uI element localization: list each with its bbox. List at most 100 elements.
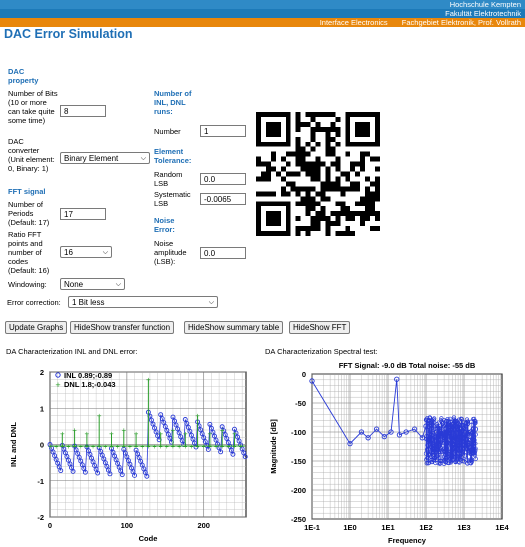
qr-module [355, 141, 361, 147]
qr-module [256, 176, 261, 182]
header-link-department[interactable]: Fachgebiet Elektronik, Prof. Vollrath [402, 18, 521, 27]
qr-module [265, 191, 271, 197]
dnl-point: + [54, 444, 58, 451]
qr-module [295, 146, 301, 152]
bits-label: Number of Bits (10 or more can take quit… [8, 89, 58, 125]
qr-module [320, 161, 326, 167]
qr-module [370, 226, 376, 232]
qr-module [290, 186, 296, 192]
x-tick-label: 1E1 [381, 523, 394, 532]
qr-module [345, 112, 351, 117]
qr-module [295, 161, 301, 167]
qr-module [260, 231, 266, 236]
chevron-down-icon: ⌵ [140, 155, 146, 162]
error-correction-select-value: 1 Bit less [72, 298, 105, 307]
qr-module [285, 126, 291, 132]
qr-module [315, 121, 321, 127]
periods-label: Number of Periods (Default: 17) [8, 200, 50, 227]
qr-module [285, 226, 291, 232]
qr-module [256, 121, 261, 127]
qr-module [310, 201, 316, 207]
qr-module [300, 156, 306, 162]
qr-module [265, 126, 271, 132]
header-link-interface-electronics[interactable]: Interface Electronics [320, 18, 388, 27]
dnl-point: + [122, 444, 126, 451]
qr-module [295, 151, 301, 157]
qr-module [365, 112, 371, 117]
qr-module [325, 166, 331, 172]
ratio-label: Ratio FFT points and number of codes (De… [8, 230, 50, 275]
qr-module [305, 201, 311, 207]
page-title: DAC Error Simulation [4, 27, 133, 41]
qr-module [270, 191, 276, 197]
qr-module [275, 141, 281, 147]
qr-module [295, 121, 301, 127]
qr-module [375, 191, 380, 197]
qr-module [256, 116, 261, 122]
qr-module [325, 216, 331, 222]
y-tick-label: -2 [37, 513, 44, 522]
qr-module [335, 216, 341, 222]
qr-module [350, 112, 356, 117]
qr-module [375, 216, 380, 222]
qr-module [330, 126, 336, 132]
qr-module [355, 211, 361, 217]
y-tick-label: -1 [37, 477, 44, 486]
qr-module [315, 191, 321, 197]
qr-module [256, 206, 261, 212]
qr-module [350, 211, 356, 217]
systematic-lsb-input[interactable]: -0.0065 [200, 193, 246, 205]
random-lsb-label: Random LSB [154, 170, 183, 188]
toggle-summary-table-button[interactable]: HideShow summary table [184, 321, 284, 334]
dnl-point: + [195, 412, 200, 421]
qr-module [315, 216, 321, 222]
qr-module [285, 211, 291, 217]
header-bar-department: Interface Electronics Fachgebiet Elektro… [0, 18, 525, 27]
qr-module [256, 221, 261, 227]
runs-number-input[interactable]: 1 [200, 125, 246, 137]
ratio-select[interactable]: 16 ⌵ [60, 246, 112, 258]
qr-module [295, 201, 301, 207]
qr-module [260, 161, 266, 167]
qr-module [305, 206, 311, 212]
qr-module [265, 176, 271, 182]
runs-number-label: Number [154, 127, 181, 136]
qr-module [325, 221, 331, 227]
dnl-point: + [116, 444, 120, 451]
qr-module [355, 186, 361, 192]
qr-module [325, 196, 331, 202]
error-correction-select[interactable]: 1 Bit less ⌵ [68, 296, 218, 308]
dnl-point: + [208, 444, 212, 451]
qr-module [360, 131, 366, 137]
qr-module [280, 141, 286, 147]
random-lsb-input[interactable]: 0.0 [200, 173, 246, 185]
qr-module [330, 146, 336, 152]
periods-input[interactable]: 17 [60, 208, 106, 220]
qr-module [270, 121, 276, 127]
qr-code [256, 112, 380, 236]
qr-module [340, 201, 346, 207]
qr-module [265, 211, 271, 217]
qr-module [350, 216, 356, 222]
noise-amplitude-input[interactable]: 0.0 [200, 247, 246, 259]
dac-property-heading: DAC property [8, 67, 39, 85]
windowing-select[interactable]: None ⌵ [60, 278, 125, 290]
qr-module [280, 191, 286, 197]
update-graphs-button[interactable]: Update Graphs [5, 321, 68, 334]
qr-module [335, 131, 341, 137]
qr-module [360, 156, 366, 162]
qr-module [275, 131, 281, 137]
qr-module [330, 112, 336, 117]
qr-module [275, 112, 281, 117]
converter-select[interactable]: Binary Element ⌵ [60, 152, 150, 164]
toggle-fft-button[interactable]: HideShow FFT [289, 321, 351, 334]
toggle-transfer-function-button[interactable]: HideShow transfer function [70, 321, 175, 334]
qr-module [310, 196, 316, 202]
y-tick-label: -50 [295, 399, 306, 408]
dnl-point: + [97, 444, 101, 451]
bits-input[interactable]: 8 [60, 105, 106, 117]
qr-module [280, 186, 286, 192]
qr-module [260, 171, 266, 177]
qr-module [285, 141, 291, 147]
qr-module [310, 171, 316, 177]
